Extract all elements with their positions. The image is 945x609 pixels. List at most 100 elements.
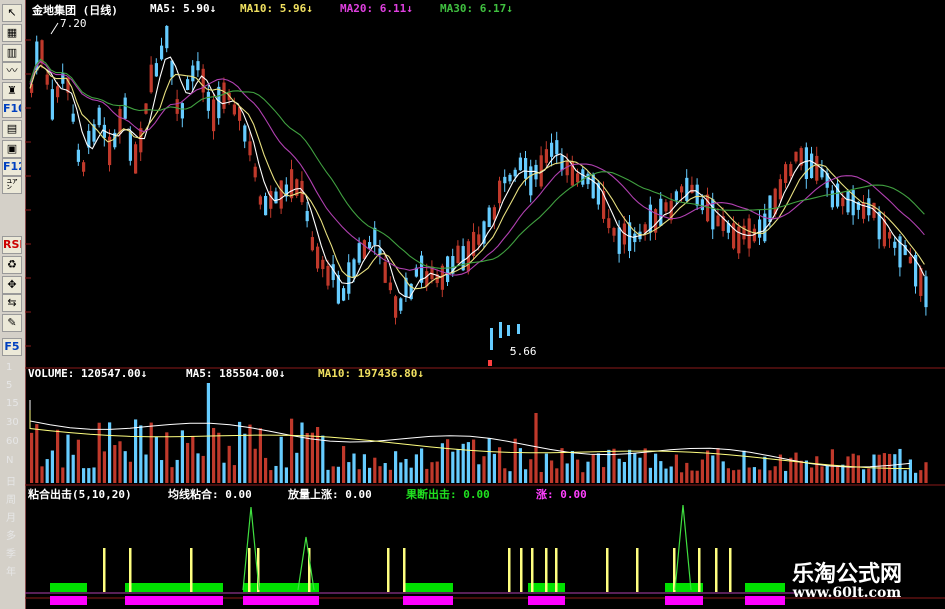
pencil-icon[interactable]: ✎	[2, 314, 22, 332]
volume-bar	[227, 445, 231, 483]
volume-bar	[487, 438, 491, 483]
volume-bar	[674, 454, 678, 483]
signal-block-magenta	[243, 596, 319, 605]
volume-bar	[253, 448, 257, 483]
candle-body	[253, 166, 257, 178]
volume-bar	[820, 466, 824, 483]
volume-bar	[518, 448, 522, 483]
volume-bar	[134, 419, 138, 483]
signal-block-magenta	[665, 596, 703, 605]
signal-block-green	[50, 583, 87, 592]
candle-body	[165, 25, 169, 49]
signal-spike	[103, 548, 106, 592]
candle-tool-icon[interactable]: ▥	[2, 44, 22, 62]
volume-bar	[700, 459, 704, 483]
bar-tool-icon[interactable]: ♜	[2, 82, 22, 100]
volume-bar	[97, 422, 101, 483]
candle-body	[778, 179, 782, 200]
candle-body	[565, 161, 569, 176]
candle-body	[269, 190, 273, 209]
signal-peak	[297, 536, 315, 591]
volume-panel	[29, 383, 928, 483]
chart-grid	[25, 0, 945, 609]
candle-body	[576, 173, 580, 183]
signal-spike	[190, 548, 193, 592]
candle-body	[160, 45, 164, 60]
signal-marker	[488, 360, 492, 366]
volume-bar	[560, 448, 564, 483]
rsi-button[interactable]: RSI	[2, 236, 22, 254]
candle-body	[222, 82, 226, 109]
candle-body	[643, 224, 647, 233]
candle-body	[368, 242, 372, 249]
scale-label[interactable]: 15	[6, 398, 19, 409]
period-tab[interactable]: 多	[6, 527, 16, 542]
indicator-field-2: 放量上涨: 0.00	[288, 488, 372, 501]
volume-bar	[394, 451, 398, 483]
volume-bar	[924, 462, 928, 483]
volume-bar	[30, 432, 34, 483]
high-price-label: 7.20	[60, 17, 87, 30]
volume-bar	[368, 467, 372, 483]
period-tab[interactable]: 季	[6, 545, 16, 560]
signal-block-green	[243, 583, 319, 592]
volume-bar	[685, 462, 689, 483]
volume-bar	[165, 432, 169, 483]
candle-body	[82, 162, 86, 172]
volume-bar	[659, 461, 663, 483]
note-tool-icon[interactable]: ▤	[2, 120, 22, 138]
candle-body	[555, 140, 559, 155]
scale-label[interactable]: 60	[6, 436, 19, 447]
volume-bar	[643, 448, 647, 483]
candle-body	[326, 265, 330, 286]
scale-label[interactable]: 1	[6, 362, 12, 373]
period-tab[interactable]: 日	[6, 473, 16, 488]
signal-block-green	[665, 583, 703, 592]
volume-bar	[680, 472, 684, 483]
volume-bar	[154, 436, 158, 483]
volume-bar	[638, 457, 642, 483]
scale-label[interactable]: 5	[6, 380, 12, 391]
volume-bar	[529, 459, 533, 483]
volume-bar	[856, 455, 860, 483]
period-tab[interactable]: 年	[6, 563, 16, 578]
volume-ma5-readout: MA5: 185504.00↓	[186, 367, 286, 380]
volume-bar	[149, 422, 153, 483]
volume-bar	[414, 454, 418, 483]
volume-bar	[300, 422, 304, 483]
candle-body	[212, 99, 216, 132]
image-tool-icon[interactable]: ▣	[2, 140, 22, 158]
candle-body	[664, 202, 668, 212]
move-icon[interactable]: ✥	[2, 276, 22, 294]
candle-body	[290, 169, 294, 199]
fo-button[interactable]: F10	[2, 100, 22, 118]
sync-icon[interactable]: ⇆	[2, 294, 22, 312]
scale-label[interactable]: N	[6, 455, 13, 466]
candle-body	[139, 128, 143, 153]
period-tab[interactable]: 周	[6, 491, 16, 506]
volume-bar	[321, 435, 325, 483]
volume-bar	[706, 450, 710, 483]
volume-bar	[264, 457, 268, 483]
signal-spike	[129, 548, 132, 592]
f12-button[interactable]: F12	[2, 158, 22, 176]
volume-bar	[180, 430, 184, 483]
chart-tool-icon[interactable]: ㍐	[2, 176, 22, 194]
volume-bar	[357, 469, 361, 483]
f5-button[interactable]: F5	[2, 338, 22, 356]
candle-body	[789, 164, 793, 177]
volume-bar	[576, 459, 580, 483]
arrow-tool-icon[interactable]: ↖	[2, 4, 22, 22]
volume-bar	[737, 469, 741, 483]
period-tab[interactable]: 月	[6, 509, 16, 524]
volume-bar	[217, 432, 221, 483]
line-tool-icon[interactable]: 〰	[2, 62, 22, 80]
grid-tool-icon[interactable]: ▦	[2, 24, 22, 42]
volume-bar	[773, 466, 777, 483]
scale-label[interactable]: 30	[6, 417, 19, 428]
volume-bar	[617, 458, 621, 483]
refresh-icon[interactable]: ♻	[2, 256, 22, 274]
volume-bar	[851, 453, 855, 483]
volume-bar	[778, 454, 782, 483]
volume-bar	[425, 468, 429, 483]
